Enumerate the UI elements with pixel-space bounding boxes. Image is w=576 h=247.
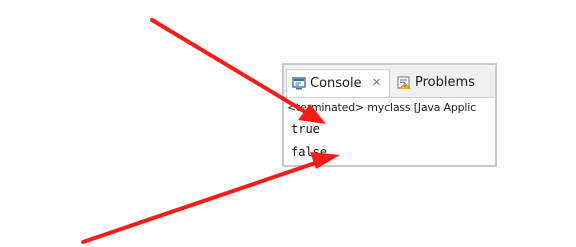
annotation-arrow-false: [81, 152, 340, 244]
annotation-arrow-true: [150, 18, 326, 124]
annotation-arrows: [81, 18, 340, 244]
annotated-screenshot: Console ✕ Problems <terminated> myclass …: [0, 0, 576, 247]
